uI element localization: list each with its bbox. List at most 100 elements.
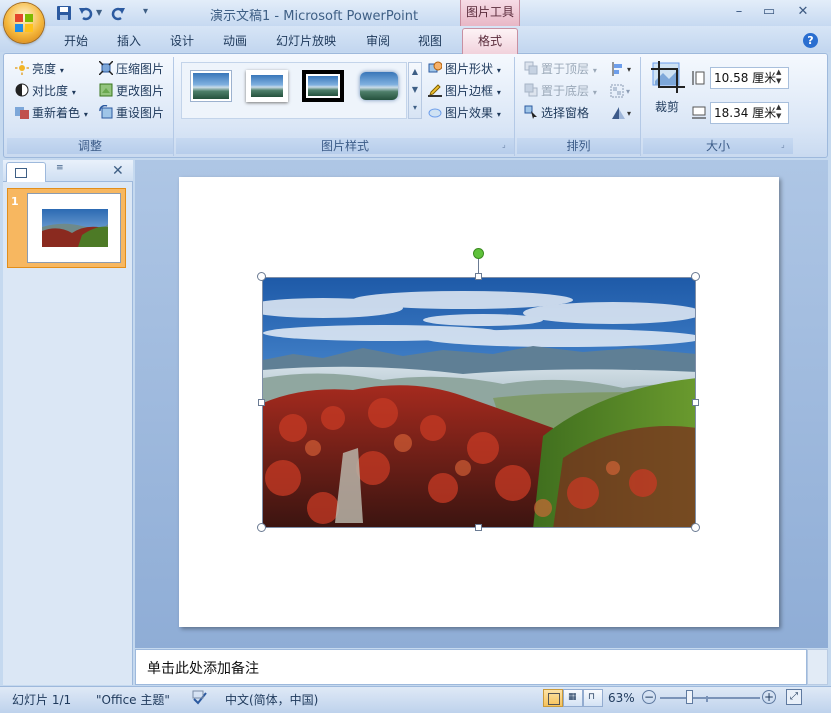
styles-launcher-icon[interactable]: ⌟ — [502, 140, 506, 149]
send-to-back-button[interactable]: 置于底层 ▾ — [524, 81, 597, 101]
picture-border-button[interactable]: 图片边框 ▾ — [428, 81, 501, 101]
gallery-more-icon[interactable]: ▾ — [409, 99, 421, 117]
resize-handle-left[interactable] — [258, 399, 265, 406]
svg-text:▾: ▾ — [627, 65, 631, 74]
slides-tab-icon — [15, 168, 27, 178]
close-pane-icon[interactable]: ✕ — [112, 163, 124, 179]
outline-tab-icon: ≡ — [56, 163, 64, 173]
notes-pane[interactable]: 单击此处添加备注 — [135, 649, 807, 685]
slideshow-view-icon: ⊓ — [588, 692, 596, 702]
maximize-icon[interactable]: ▭ — [754, 3, 784, 23]
recolor-icon — [15, 105, 29, 119]
tab-format[interactable]: 格式 — [462, 28, 518, 54]
rotate-handle[interactable] — [473, 248, 484, 259]
mountain-landscape-image — [263, 278, 695, 527]
resize-handle-right[interactable] — [692, 399, 699, 406]
picture-tools-header: 图片工具 — [460, 0, 520, 26]
slide-thumbnail[interactable] — [27, 193, 121, 263]
help-icon[interactable]: ? — [803, 33, 818, 48]
language-indicator[interactable]: 中文(简体，中国) — [225, 691, 318, 708]
pencil-icon — [428, 83, 442, 97]
tab-review[interactable]: 审阅 — [366, 32, 390, 50]
reset-picture-icon — [99, 104, 113, 119]
notes-placeholder: 单击此处添加备注 — [147, 661, 259, 677]
office-button[interactable] — [4, 3, 44, 43]
picture-effects-button[interactable]: 图片效果 ▾ — [428, 103, 501, 123]
change-picture-button[interactable]: 更改图片 — [99, 81, 164, 101]
style-thumb-white-frame[interactable] — [246, 70, 288, 102]
contrast-button[interactable]: 对比度 ▾ — [15, 81, 76, 101]
brightness-button[interactable]: 亮度 ▾ — [15, 59, 64, 79]
resize-handle-bottom[interactable] — [475, 524, 482, 531]
tab-animations[interactable]: 动画 — [223, 32, 247, 50]
tab-design[interactable]: 设计 — [170, 32, 194, 50]
save-icon[interactable] — [56, 5, 72, 21]
tab-slideshow[interactable]: 幻灯片放映 — [276, 32, 336, 50]
svg-text:▾: ▾ — [626, 87, 630, 96]
resize-handle-top-right[interactable] — [691, 272, 700, 281]
window-title: 演示文稿1 - Microsoft PowerPoint — [210, 9, 419, 24]
tab-home[interactable]: 开始 — [64, 32, 88, 50]
zoom-slider-thumb[interactable] — [686, 690, 693, 704]
width-spinner-icon[interactable]: ▲ ▼ — [776, 103, 781, 121]
reset-picture-button[interactable]: 重设图片 — [99, 103, 164, 123]
height-spinner-icon[interactable]: ▲ ▼ — [776, 68, 781, 86]
group-objects-icon[interactable]: ▾ — [609, 83, 635, 99]
style-thumb-soft-edge[interactable] — [358, 70, 400, 102]
zoom-in-icon[interactable]: + — [762, 690, 776, 704]
customize-qat-icon[interactable]: ▾ — [143, 6, 148, 17]
style-thumb-black-frame[interactable] — [302, 70, 344, 102]
contrast-icon — [15, 83, 29, 97]
zoom-slider[interactable] — [660, 697, 760, 699]
zoom-out-icon[interactable]: − — [642, 690, 656, 704]
align-icon[interactable]: ▾ — [611, 61, 635, 77]
zoom-level[interactable]: 63% — [608, 691, 635, 705]
resize-handle-bottom-right[interactable] — [691, 523, 700, 532]
zoom-slider-center-mark — [706, 696, 708, 702]
tab-view[interactable]: 视图 — [418, 32, 442, 50]
svg-text:▾: ▾ — [627, 109, 631, 118]
gallery-scroll[interactable]: ▲ ▼ ▾ — [408, 62, 422, 119]
thumbnail-picture — [42, 209, 108, 247]
sorter-view-button[interactable]: ▦ — [563, 689, 583, 707]
undo-dropdown-icon[interactable]: ▼ — [96, 8, 102, 17]
tab-insert[interactable]: 插入 — [117, 32, 141, 50]
minimize-icon[interactable]: – — [724, 3, 754, 23]
size-launcher-icon[interactable]: ⌟ — [781, 140, 785, 149]
gallery-down-icon[interactable]: ▼ — [409, 81, 421, 99]
brightness-icon — [15, 61, 29, 75]
close-icon[interactable]: ✕ — [788, 3, 818, 23]
selection-pane-button[interactable]: 选择窗格 — [524, 103, 589, 123]
style-thumb-simple[interactable] — [190, 70, 232, 102]
notes-scrollbar[interactable] — [807, 649, 828, 685]
compress-pictures-button[interactable]: 压缩图片 — [98, 59, 164, 79]
office-logo-icon — [15, 14, 33, 32]
group-size-label: 大小 — [643, 138, 793, 154]
normal-view-icon — [548, 693, 560, 705]
change-picture-icon — [99, 83, 113, 97]
group-arrange-label: 排列 — [517, 138, 640, 154]
recolor-button[interactable]: 重新着色 ▾ — [15, 103, 88, 123]
spellcheck-icon[interactable] — [192, 690, 208, 706]
landscape-picture[interactable] — [262, 277, 696, 528]
picture-shape-button[interactable]: 图片形状 ▾ — [428, 59, 501, 79]
tab-slides[interactable] — [6, 162, 46, 182]
crop-button[interactable]: 裁剪 — [655, 97, 679, 117]
resize-handle-top-left[interactable] — [257, 272, 266, 281]
tab-outline[interactable]: ≡ — [48, 163, 88, 182]
undo-icon[interactable] — [78, 5, 94, 21]
crop-icon[interactable] — [651, 61, 685, 93]
rotate-icon[interactable]: ▾ — [609, 105, 635, 121]
resize-handle-top[interactable] — [475, 273, 482, 280]
bring-to-front-button[interactable]: 置于顶层 ▾ — [524, 59, 597, 79]
fit-to-window-icon[interactable]: ⤢ — [786, 689, 802, 705]
gallery-up-icon[interactable]: ▲ — [409, 63, 421, 81]
redo-icon[interactable] — [110, 5, 126, 21]
shape-icon — [428, 61, 443, 75]
effects-icon — [428, 105, 442, 119]
normal-view-button[interactable] — [543, 689, 563, 707]
resize-handle-bottom-left[interactable] — [257, 523, 266, 532]
slideshow-view-button[interactable]: ⊓ — [583, 689, 603, 707]
height-icon — [692, 70, 706, 86]
group-styles-label: 图片样式 — [176, 138, 514, 154]
